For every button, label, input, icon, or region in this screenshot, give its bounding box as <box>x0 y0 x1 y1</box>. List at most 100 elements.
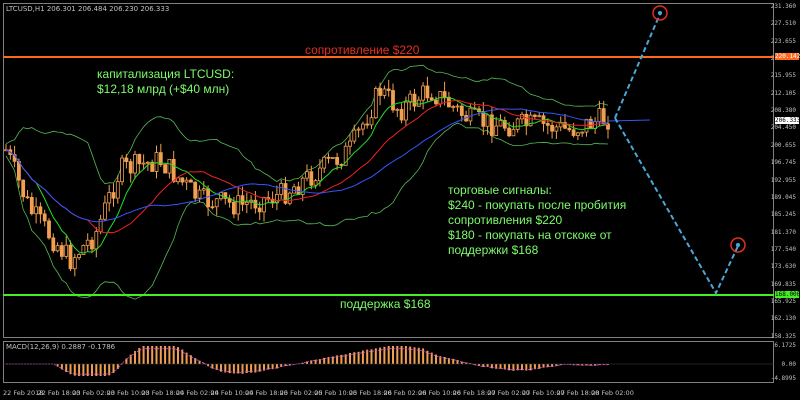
price-axis-label: 227.510 <box>770 20 796 28</box>
candle-body <box>511 128 516 137</box>
candle-body <box>244 201 249 205</box>
candle-body <box>206 188 211 208</box>
candle-body <box>197 189 202 199</box>
candle-body <box>201 188 206 191</box>
candle-body <box>498 120 503 127</box>
price-axis-label: 165.925 <box>770 297 796 305</box>
resistance-price-tag: 220.142 <box>775 53 800 60</box>
candle-body <box>356 128 361 131</box>
signal-2: $180 - покупать на отскоке от <box>448 228 612 242</box>
candle-body <box>180 177 185 183</box>
candle-body <box>365 123 370 126</box>
candle-body <box>38 206 43 215</box>
candle-body <box>167 158 172 174</box>
forecast-down-path <box>614 117 739 296</box>
candle-body <box>115 181 120 199</box>
candle-body <box>141 162 146 165</box>
candle-body <box>507 127 512 137</box>
candle-body <box>360 123 365 130</box>
resistance-label: сопротивление $220 <box>305 43 420 57</box>
candle-body <box>72 257 77 270</box>
signals-title: торговые сигналы: <box>448 183 552 197</box>
ma-extension <box>607 119 651 122</box>
time-axis-label: 28 Feb 02:00 <box>591 389 634 397</box>
candle-body <box>16 160 21 181</box>
candle-body <box>597 108 602 122</box>
price-axis-label: 223.655 <box>770 37 796 45</box>
candle-body <box>403 101 408 121</box>
price-axis-label: 177.540 <box>770 245 796 253</box>
macd-axis-zero: 0.00 <box>781 361 796 368</box>
candle-body <box>494 125 499 136</box>
candle-body <box>137 154 142 165</box>
candle-body <box>537 115 542 118</box>
candle-body <box>335 157 340 165</box>
candle-body <box>128 161 133 174</box>
candle-body <box>193 181 198 199</box>
candle-body <box>326 156 331 159</box>
candle-body <box>21 179 26 198</box>
candle-body <box>68 244 73 270</box>
candle-body <box>373 88 378 119</box>
support-price-tag: 168.000 <box>775 291 800 298</box>
candle-body <box>120 157 124 183</box>
candle-body <box>451 106 456 108</box>
candle-body <box>305 171 309 179</box>
price-axis-label: 215.955 <box>770 72 796 80</box>
candle-body <box>378 88 383 96</box>
candle-body <box>257 207 262 213</box>
candle-body <box>485 114 490 127</box>
macd-axis-top: 6.1725 <box>774 342 796 349</box>
price-axis-label: 200.655 <box>770 141 796 149</box>
candle-body <box>77 254 81 259</box>
candle-body <box>210 206 215 209</box>
candle-body <box>60 245 64 257</box>
candle-body <box>455 105 460 108</box>
candle-body <box>29 196 34 215</box>
price-axis-label: 196.745 <box>770 159 796 167</box>
candle-body <box>468 107 473 122</box>
candle-body <box>317 167 322 182</box>
candle-body <box>64 244 69 257</box>
candle-body <box>107 192 112 204</box>
price-axis-label: 158.325 <box>770 332 796 340</box>
price-axis-label: 192.955 <box>770 176 796 184</box>
capitalization-line1: капитализация LTCUSD: <box>97 67 235 81</box>
candle-body <box>429 97 434 101</box>
candle-body <box>571 129 576 136</box>
candle-body <box>42 213 47 222</box>
candle-body <box>90 239 94 250</box>
candle-body <box>309 171 314 186</box>
candle-body <box>279 183 284 195</box>
candle-body <box>25 196 30 199</box>
candle-body <box>330 157 335 159</box>
candle-body <box>386 88 391 91</box>
candle-body <box>352 129 357 142</box>
candle-body <box>322 156 327 169</box>
candle-body <box>85 239 90 246</box>
price-axis-label: 181.370 <box>770 228 796 236</box>
candle-body <box>442 91 447 98</box>
candle-body <box>94 231 99 250</box>
signal-1: $240 - покупать после пробития <box>448 198 627 212</box>
candle-body <box>459 105 464 116</box>
candle-body <box>133 154 137 174</box>
price-axis-label: 204.450 <box>770 124 796 132</box>
forecast-up-path <box>614 13 661 119</box>
candle-body <box>421 85 426 101</box>
support-label: поддержка $168 <box>340 297 431 311</box>
candle-body <box>515 118 520 130</box>
price-axis-label: 212.105 <box>770 89 796 97</box>
candle-body <box>434 99 438 105</box>
candle-body <box>369 117 374 126</box>
candle-body <box>188 179 193 183</box>
candle-body <box>240 195 245 205</box>
chart-window: LTCUSD,H1 206.301 206.484 206.230 206.33… <box>0 0 800 400</box>
chart-canvas <box>3 5 774 376</box>
price-axis-label: 169.835 <box>770 280 796 288</box>
price-axis-label: 208.380 <box>770 107 796 115</box>
price-axis-label: 189.045 <box>770 193 796 201</box>
candle-body <box>184 179 189 183</box>
candle-body <box>601 108 606 125</box>
candle-body <box>236 195 241 215</box>
